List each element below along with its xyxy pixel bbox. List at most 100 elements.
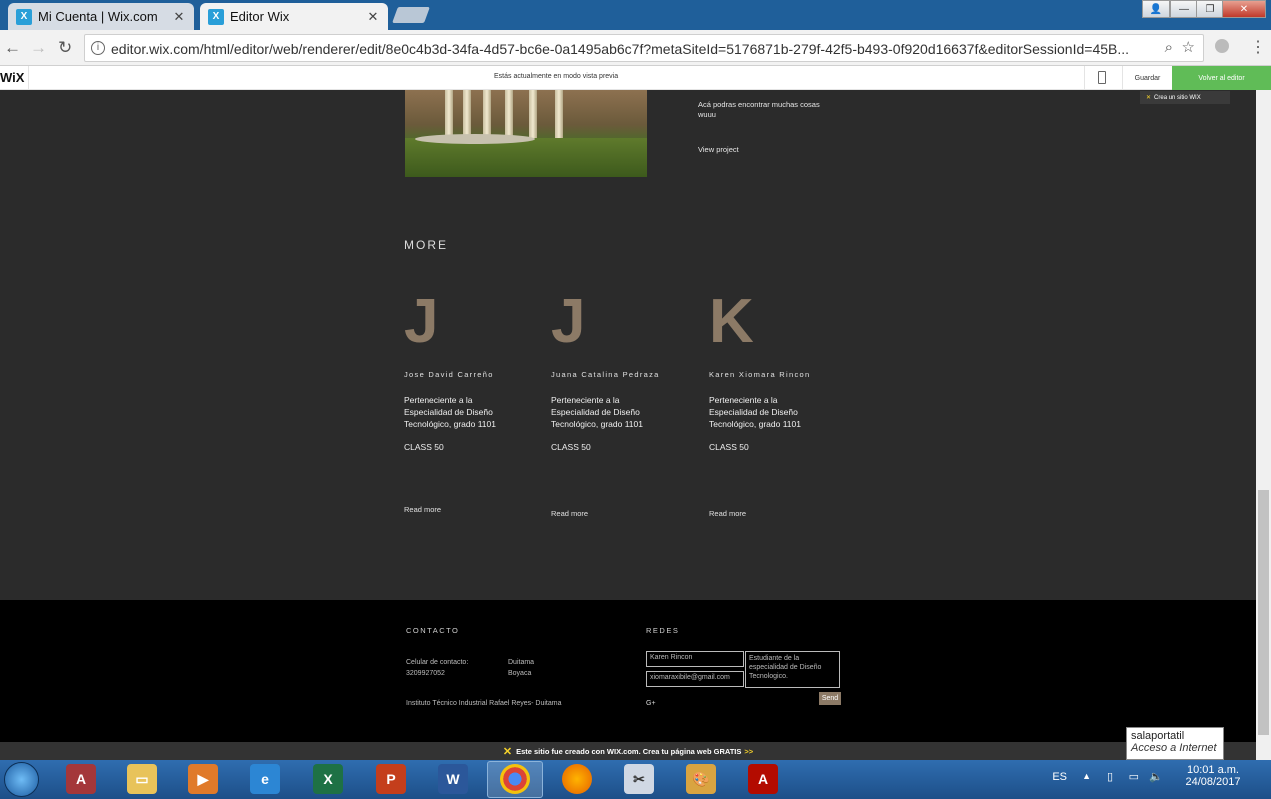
read-more-link[interactable]: Read more [404,505,441,514]
browser-tab-strip: X Mi Cuenta | Wix.com ✕ X Editor Wix ✕ 👤… [0,0,1271,30]
tab-title: Editor Wix [230,9,290,24]
region-text: Boyaca [508,670,532,677]
extension-icon[interactable] [1215,39,1229,53]
page-scrollbar[interactable] [1256,90,1271,760]
minimize-button[interactable]: — [1170,0,1198,18]
divider [28,66,29,90]
file-explorer-icon[interactable]: ▭ [127,764,157,794]
member-description: Perteneciente a la Especialidad de Diseñ… [404,395,496,429]
read-more-link[interactable]: Read more [709,509,746,518]
info-icon[interactable]: i [91,41,105,55]
tab-title: Mi Cuenta | Wix.com [38,9,158,24]
address-bar[interactable]: i editor.wix.com/html/editor/web/rendere… [84,34,1204,62]
member-description: Perteneciente a la Especialidad de Diseñ… [709,395,801,429]
contact-label: Celular de contacto: [406,659,469,666]
back-arrow-icon[interactable]: ← [4,38,21,58]
read-more-link[interactable]: Read more [551,509,588,518]
site-footer: CONTACTO Celular de contacto: 3209927052… [0,600,1256,742]
banner-text: Este sitio fue creado con WIX.com. Crea … [516,746,742,756]
forward-arrow-icon[interactable]: → [30,38,47,58]
member-description: Perteneciente a la Especialidad de Diseñ… [551,395,643,429]
divider [1084,66,1085,90]
show-hidden-icons-icon[interactable]: ▲ [1082,771,1091,781]
user-icon[interactable]: 👤 [1142,0,1170,18]
firefox-icon[interactable] [562,764,592,794]
tab-editor-wix[interactable]: X Editor Wix ✕ [200,3,388,30]
site-content: Acá podras encontrar muchas cosas wuuu V… [0,90,1256,600]
word-icon[interactable]: W [438,764,468,794]
acrobat-icon[interactable]: A [748,764,778,794]
url-text[interactable]: editor.wix.com/html/editor/web/renderer/… [111,41,1129,57]
view-project-link[interactable]: View project [698,145,739,154]
paint-icon[interactable]: 🎨 [686,764,716,794]
google-plus-icon[interactable]: G+ [646,698,656,709]
powerpoint-icon[interactable]: P [376,764,406,794]
member-class: CLASS 50 [404,442,444,452]
tab-mi-cuenta[interactable]: X Mi Cuenta | Wix.com ✕ [8,3,194,30]
chrome-icon [500,764,530,794]
bookmark-star-icon[interactable]: ☆ [1182,38,1195,56]
browser-toolbar: ← → ↻ i editor.wix.com/html/editor/web/r… [0,30,1271,66]
wix-favicon-icon: X [16,8,32,25]
language-indicator[interactable]: ES [1052,771,1067,783]
menu-dots-icon[interactable]: ⋮ [1250,37,1266,57]
initial-letter: J [404,287,439,356]
zoom-search-icon[interactable]: ⌕ [1165,39,1173,56]
contact-title: CONTACTO [406,626,460,635]
project-image [405,90,647,177]
institute-text: Instituto Técnico Industrial Rafael Reye… [406,700,562,707]
device-icon[interactable]: ▯ [1107,770,1113,783]
clock-date: 24/08/2017 [1185,776,1241,788]
wix-ad-banner[interactable]: ✕ Este sitio fue creado con WIX.com. Cre… [0,742,1256,760]
member-class: CLASS 50 [551,442,591,452]
contact-phone: 3209927052 [406,670,445,677]
wix-logo: WiX [0,70,25,85]
member-name: Juana Catalina Pedraza [551,370,660,379]
wix-x-icon: ✕ [502,745,513,758]
wix-preview-bar: WiX Estás actualmente en modo vista prev… [0,66,1271,90]
city-text: Duitama [508,659,535,666]
email-field[interactable]: xiomaraxibile@gmail.com [646,671,744,687]
preview-mode-text: Estás actualmente en modo vista previa [494,73,619,80]
social-title: REDES [646,626,680,635]
close-window-button[interactable]: ✕ [1222,0,1266,18]
message-field[interactable]: Estudiante de la especialidad de Diseño … [745,651,840,688]
team-card: K Karen Xiomara Rincon Perteneciente a l… [709,287,859,519]
snipping-tool-icon[interactable]: ✂ [624,764,654,794]
internet-explorer-icon[interactable]: e [250,764,280,794]
banner-arrow: >> [744,746,754,756]
network-tooltip: salaportatil Acceso a Internet [1126,727,1224,760]
project-description: Acá podras encontrar muchas cosas wuuu [698,100,820,119]
clock[interactable]: 10:01 a.m. 24/08/2017 [1173,764,1253,788]
member-name: Jose David Carreño [404,370,494,379]
close-tab-icon[interactable]: ✕ [172,9,186,25]
access-app-icon[interactable]: A [66,764,96,794]
clock-time: 10:01 a.m. [1187,764,1239,776]
scrollbar-thumb[interactable] [1258,490,1269,735]
save-button[interactable]: Guardar [1122,66,1172,90]
more-section-title: MORE [404,238,448,252]
back-to-editor-button[interactable]: Volver al editor [1172,66,1271,90]
create-wix-site-badge[interactable]: ✕ Crea un sitio WIX [1140,91,1230,104]
volume-icon[interactable]: 🔈 [1149,770,1163,783]
windows-taskbar: A ▭ ▶ e X P W ✂ 🎨 A ES ▲ ▯ ▭ 🔈 10:01 a.m… [0,760,1271,799]
member-name: Karen Xiomara Rincon [709,370,811,379]
wix-favicon-icon: X [208,8,224,25]
excel-icon[interactable]: X [313,764,343,794]
network-icon[interactable]: ▭ [1129,770,1139,783]
name-field[interactable]: Karen Rincon [646,651,744,667]
close-tab-icon[interactable]: ✕ [366,9,380,25]
new-tab-button[interactable] [392,7,430,23]
send-button[interactable]: Send [819,692,841,705]
mobile-view-icon[interactable] [1098,71,1106,84]
maximize-button[interactable]: ❐ [1196,0,1224,18]
team-card: J Juana Catalina Pedraza Perteneciente a… [551,287,701,519]
badge-text: Crea un sitio WIX [1154,94,1201,101]
media-player-icon[interactable]: ▶ [188,764,218,794]
tooltip-status: Acceso a Internet [1131,742,1217,754]
initial-letter: K [709,287,754,356]
start-button[interactable] [4,762,39,797]
team-card: J Jose David Carreño Perteneciente a la … [404,287,554,515]
initial-letter: J [551,287,586,356]
reload-icon[interactable]: ↻ [58,38,72,58]
